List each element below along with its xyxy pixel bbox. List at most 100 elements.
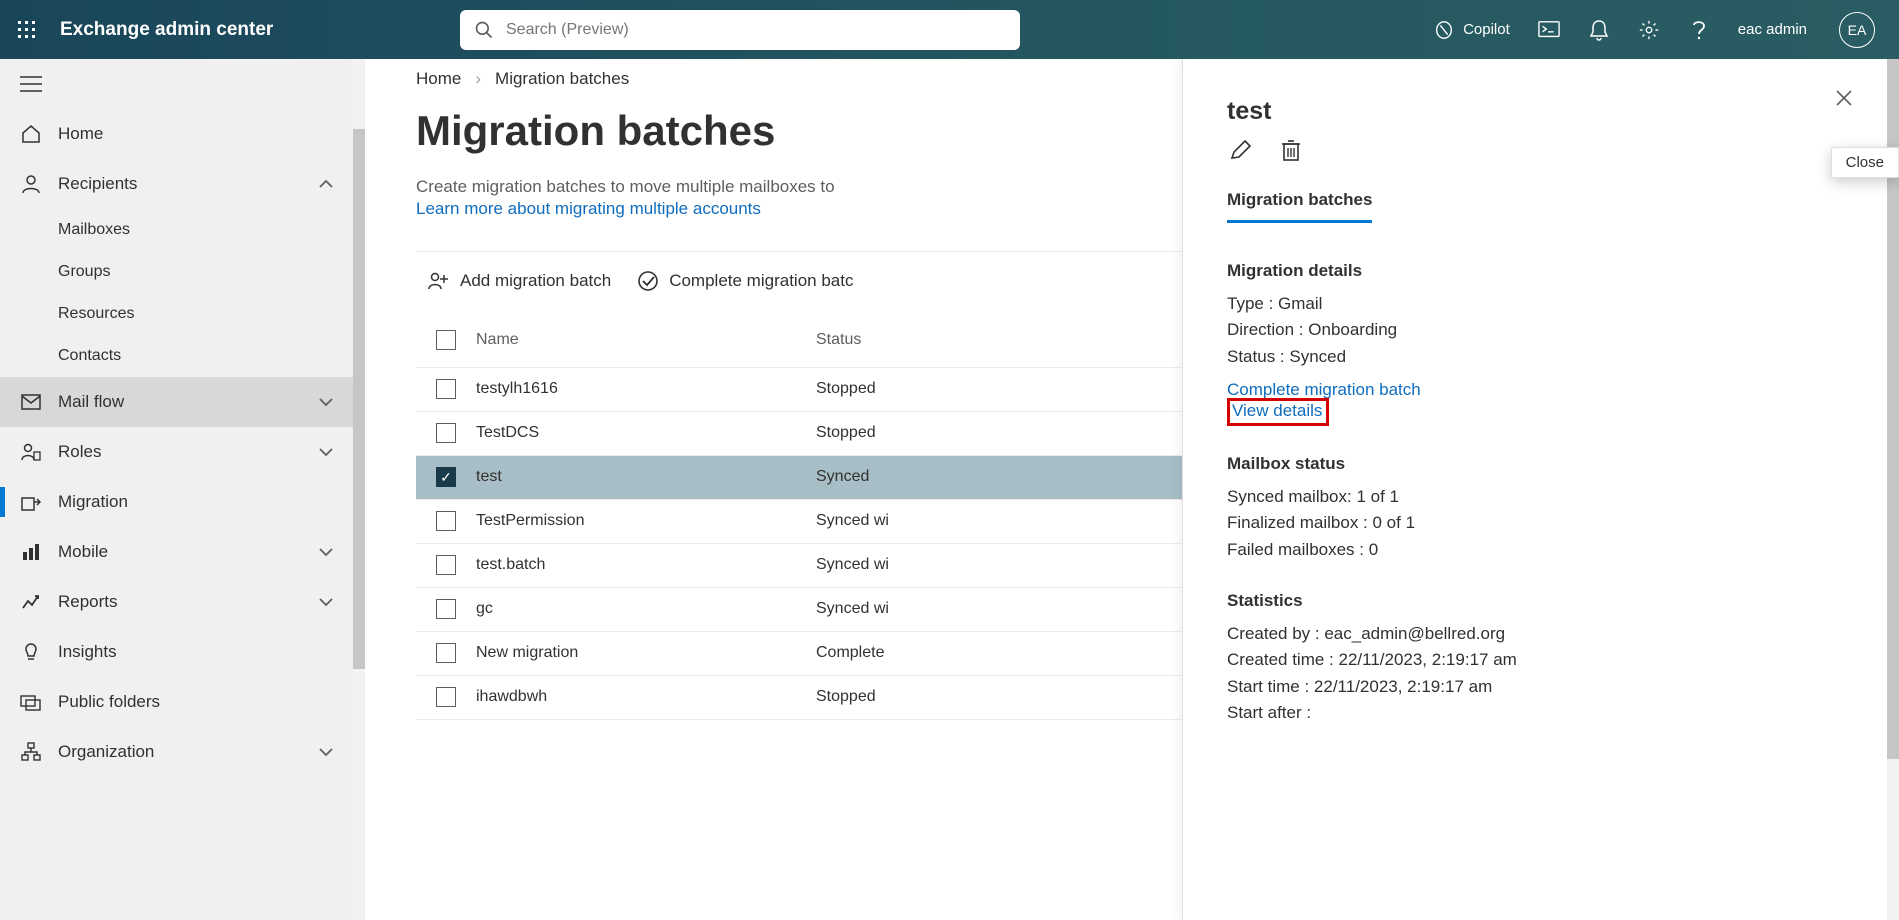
trash-icon	[1280, 138, 1302, 162]
sidebar-label: Migration	[58, 492, 128, 512]
row-name: TestPermission	[476, 512, 816, 530]
app-launcher-icon[interactable]	[0, 0, 54, 59]
row-status: Synced	[816, 468, 1016, 486]
sidebar-item-insights[interactable]: Insights	[0, 627, 359, 677]
complete-migration-link[interactable]: Complete migration batch	[1227, 380, 1421, 399]
sidebar-label: Public folders	[58, 692, 160, 712]
row-checkbox[interactable]	[436, 511, 456, 531]
add-migration-batch-button[interactable]: Add migration batch	[428, 271, 611, 291]
row-checkbox[interactable]	[436, 423, 456, 443]
mobile-icon	[20, 542, 42, 562]
row-status: Complete	[816, 644, 1016, 662]
synced-mailbox-value: Synced mailbox: 1 of 1	[1227, 484, 1843, 510]
delete-button[interactable]	[1277, 136, 1305, 164]
reports-icon	[20, 592, 42, 612]
row-checkbox[interactable]	[436, 643, 456, 663]
row-name: New migration	[476, 644, 816, 662]
page-description: Create migration batches to move multipl…	[416, 175, 1136, 199]
sidebar-item-resources[interactable]: Resources	[0, 293, 359, 335]
row-name: test	[476, 468, 816, 486]
sidebar-collapse-button[interactable]	[0, 59, 359, 109]
sidebar-label: Organization	[58, 742, 154, 762]
search-box[interactable]	[460, 10, 1020, 50]
sidebar-label: Reports	[58, 592, 118, 612]
start-after-value: Start after :	[1227, 700, 1843, 726]
user-avatar[interactable]: EA	[1839, 12, 1875, 48]
sidebar-item-mailboxes[interactable]: Mailboxes	[0, 209, 359, 251]
panel-title: test	[1227, 97, 1843, 126]
chevron-right-icon: ›	[475, 69, 481, 89]
row-name: testylh1616	[476, 380, 816, 398]
panel-tab-migration-batches[interactable]: Migration batches	[1227, 190, 1372, 223]
close-button[interactable]	[1831, 85, 1857, 111]
row-status: Stopped	[816, 424, 1016, 442]
row-checkbox[interactable]	[436, 687, 456, 707]
mail-icon	[20, 394, 42, 410]
person-icon	[20, 174, 42, 194]
sidebar-label: Home	[58, 124, 103, 144]
sidebar-item-organization[interactable]: Organization	[0, 727, 359, 777]
created-time-value: Created time : 22/11/2023, 2:19:17 am	[1227, 647, 1843, 673]
hamburger-icon	[20, 76, 42, 92]
app-title: Exchange admin center	[60, 19, 273, 41]
app-header: Exchange admin center Copilot eac admin …	[0, 0, 1899, 59]
select-all-checkbox[interactable]	[436, 330, 456, 350]
copilot-icon	[1433, 19, 1455, 41]
row-checkbox[interactable]	[436, 379, 456, 399]
row-checkbox[interactable]: ✓	[436, 467, 456, 487]
section-statistics: Statistics	[1227, 591, 1843, 611]
details-panel: test Migration batches Migration details…	[1182, 59, 1887, 920]
sidebar-item-roles[interactable]: Roles	[0, 427, 359, 477]
view-details-link[interactable]: View details	[1232, 401, 1322, 420]
column-status[interactable]: Status	[816, 331, 1016, 349]
pencil-icon	[1229, 138, 1253, 162]
row-status: Synced wi	[816, 512, 1016, 530]
learn-more-link[interactable]: Learn more about migrating multiple acco…	[416, 199, 761, 219]
sidebar-item-groups[interactable]: Groups	[0, 251, 359, 293]
start-time-value: Start time : 22/11/2023, 2:19:17 am	[1227, 674, 1843, 700]
sidebar-item-recipients[interactable]: Recipients	[0, 159, 359, 209]
copilot-label: Copilot	[1463, 21, 1510, 38]
copilot-button[interactable]: Copilot	[1433, 19, 1510, 41]
header-right: Copilot eac admin EA	[1433, 12, 1899, 48]
failed-mailboxes-value: Failed mailboxes : 0	[1227, 537, 1843, 563]
sidebar-item-mailflow[interactable]: Mail flow	[0, 377, 359, 427]
row-status: Synced wi	[816, 556, 1016, 574]
settings-icon[interactable]	[1638, 19, 1660, 41]
row-checkbox[interactable]	[436, 555, 456, 575]
sidebar-label: Roles	[58, 442, 101, 462]
lightbulb-icon	[20, 641, 42, 663]
cloud-shell-icon[interactable]	[1538, 19, 1560, 41]
row-checkbox[interactable]	[436, 599, 456, 619]
roles-icon	[20, 442, 42, 462]
section-mailbox-status: Mailbox status	[1227, 454, 1843, 474]
section-migration-details: Migration details	[1227, 261, 1843, 281]
sidebar-item-migration[interactable]: Migration	[0, 477, 359, 527]
sidebar-item-mobile[interactable]: Mobile	[0, 527, 359, 577]
sidebar-item-reports[interactable]: Reports	[0, 577, 359, 627]
help-icon[interactable]	[1688, 19, 1710, 41]
sidebar-item-contacts[interactable]: Contacts	[0, 335, 359, 377]
close-tooltip: Close	[1831, 147, 1899, 178]
notifications-icon[interactable]	[1588, 19, 1610, 41]
created-by-value: Created by : eac_admin@bellred.org	[1227, 621, 1843, 647]
sidebar-item-public-folders[interactable]: Public folders	[0, 677, 359, 727]
close-icon	[1835, 89, 1853, 107]
page-scrollbar[interactable]	[1887, 59, 1899, 920]
sidebar-label: Mobile	[58, 542, 108, 562]
breadcrumb-home[interactable]: Home	[416, 69, 461, 89]
username-label[interactable]: eac admin	[1738, 21, 1807, 38]
edit-button[interactable]	[1227, 136, 1255, 164]
organization-icon	[20, 742, 42, 762]
column-name[interactable]: Name	[476, 331, 816, 349]
row-name: test.batch	[476, 556, 816, 574]
sidebar-label: Mail flow	[58, 392, 124, 412]
sidebar-item-home[interactable]: Home	[0, 109, 359, 159]
finalized-mailbox-value: Finalized mailbox : 0 of 1	[1227, 510, 1843, 536]
migration-icon	[20, 492, 42, 512]
sidebar-label: Recipients	[58, 174, 137, 194]
row-status: Stopped	[816, 688, 1016, 706]
search-input[interactable]	[504, 20, 1006, 40]
row-name: TestDCS	[476, 424, 816, 442]
complete-migration-batch-button[interactable]: Complete migration batc	[637, 270, 853, 292]
